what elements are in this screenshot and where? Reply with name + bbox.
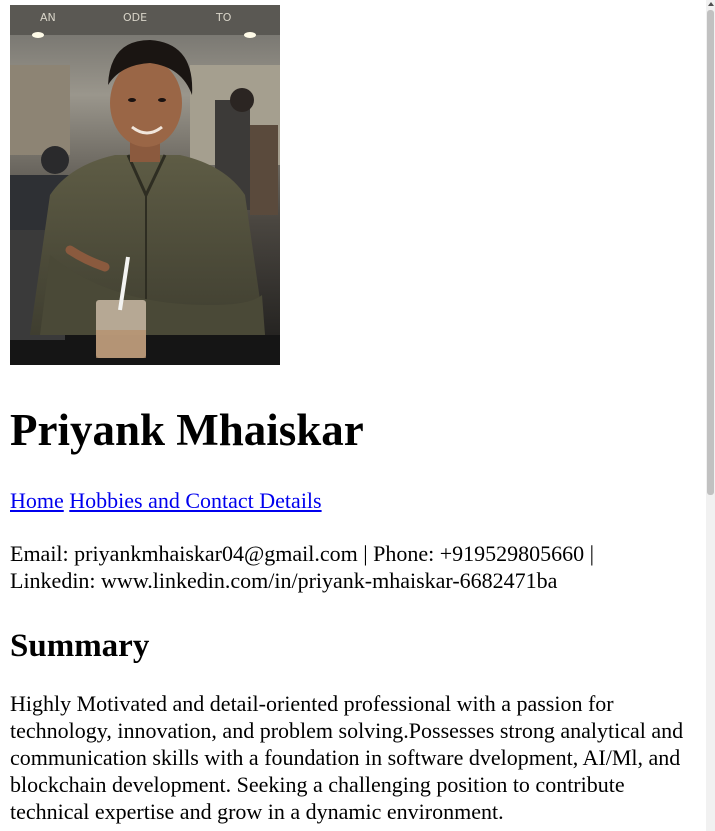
page-content: AN ODE TO Priyank Mhaiskar Home Hobbies … xyxy=(10,5,700,825)
svg-text:ODE: ODE xyxy=(123,11,147,24)
scroll-up-icon[interactable] xyxy=(708,2,714,6)
svg-text:AN: AN xyxy=(40,11,56,24)
summary-text: Highly Motivated and detail-oriented pro… xyxy=(10,691,684,824)
contact-line-linkedin: Linkedin: www.linkedin.com/in/priyank-mh… xyxy=(10,568,558,593)
svg-text:TO: TO xyxy=(215,11,232,24)
nav-links: Home Hobbies and Contact Details xyxy=(10,488,700,514)
page-title: Priyank Mhaiskar xyxy=(10,405,364,455)
profile-photo: AN ODE TO xyxy=(10,5,280,365)
scroll-thumb[interactable] xyxy=(707,10,714,495)
summary-heading: Summary xyxy=(10,628,150,664)
nav-link-home[interactable]: Home xyxy=(10,488,64,513)
nav-link-hobbies-contact[interactable]: Hobbies and Contact Details xyxy=(69,488,321,513)
contact-line-email-phone: Email: priyankmhaiskar04@gmail.com | Pho… xyxy=(10,541,595,566)
vertical-scrollbar[interactable] xyxy=(706,0,715,831)
contact-details: Email: priyankmhaiskar04@gmail.com | Pho… xyxy=(10,540,700,594)
